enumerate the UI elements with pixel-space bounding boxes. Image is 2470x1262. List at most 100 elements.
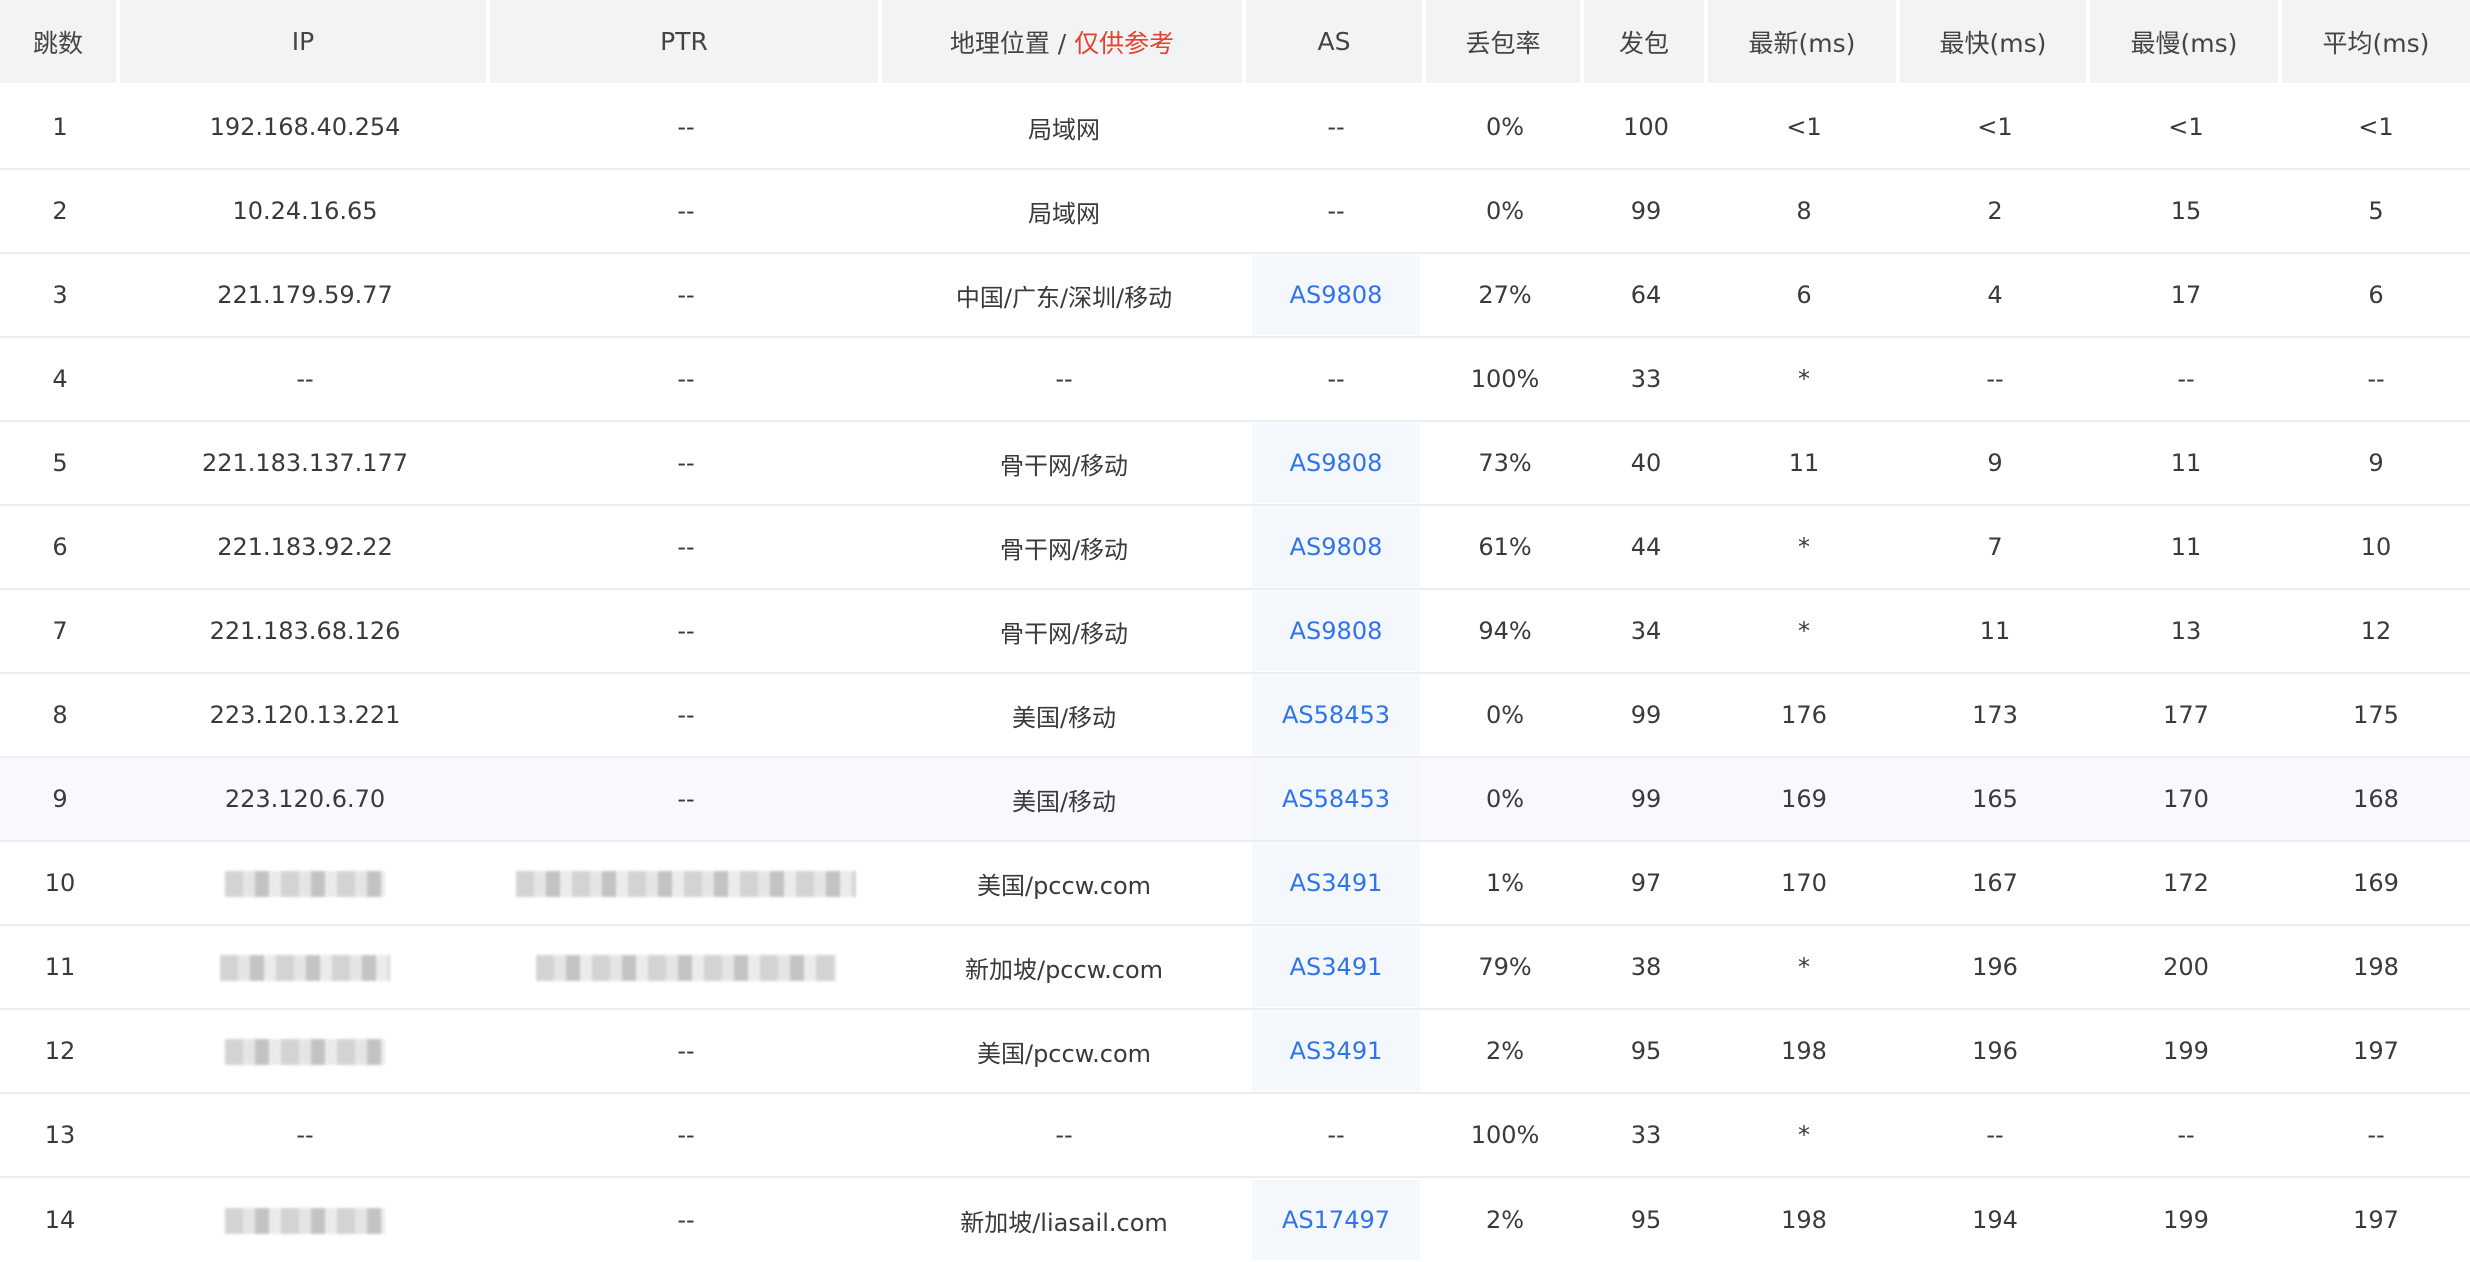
cell-geo: 骨干网/移动 <box>882 422 1246 506</box>
geo-value: 新加坡/liasail.com <box>960 1208 1168 1237</box>
cell-ptr <box>490 926 882 1010</box>
cell-ip: -- <box>120 338 490 422</box>
table-row: 11 新加坡/pccw.com AS3491 79% 38 * 196 200 198 <box>0 926 2470 1010</box>
loss-value: 2% <box>1485 1037 1525 1065</box>
cell-ip: 221.183.68.126 <box>120 590 490 674</box>
loss-value: 27% <box>1478 281 1532 309</box>
as-link[interactable]: AS9808 <box>1252 423 1420 503</box>
last-value: 198 <box>1781 1206 1827 1234</box>
cell-geo: 新加坡/pccw.com <box>882 926 1246 1010</box>
cell-worst: 17 <box>2090 254 2282 338</box>
cell-avg: 169 <box>2282 842 2470 926</box>
table-row: 5 221.183.137.177 -- 骨干网/移动 AS9808 73% 40 11 9 11… <box>0 422 2470 506</box>
best-value: <1 <box>1977 113 2013 141</box>
cell-ptr: -- <box>490 1178 882 1262</box>
avg-value: 197 <box>2353 1206 2399 1234</box>
cell-worst: -- <box>2090 1094 2282 1178</box>
worst-value: 199 <box>2163 1037 2209 1065</box>
header-geo-note: 仅供参考 <box>1074 28 1175 58</box>
header-row: 跳数 IP PTR 地理位置 / 仅供参考 AS 丢包率 发包 最新(ms) 最… <box>0 0 2470 86</box>
header-loss: 丢包率 <box>1426 0 1584 86</box>
cell-ptr: -- <box>490 1010 882 1094</box>
cell-sent: 64 <box>1584 254 1708 338</box>
worst-value: -- <box>2177 365 2195 393</box>
cell-best: -- <box>1900 338 2090 422</box>
cell-hop: 9 <box>0 758 120 842</box>
hop-value: 11 <box>44 953 76 981</box>
cell-ptr: -- <box>490 86 882 170</box>
as-link[interactable]: AS3491 <box>1252 843 1420 923</box>
ip-redacted-mask <box>225 871 385 897</box>
cell-as: AS9808 <box>1246 422 1426 506</box>
last-value: 169 <box>1781 785 1827 813</box>
as-link[interactable]: AS9808 <box>1252 507 1420 587</box>
ip-value: 223.120.13.221 <box>209 701 401 729</box>
cell-as: AS58453 <box>1246 758 1426 842</box>
as-link[interactable]: AS17497 <box>1252 1180 1420 1260</box>
ptr-value: -- <box>677 449 695 477</box>
cell-hop: 11 <box>0 926 120 1010</box>
cell-worst: 199 <box>2090 1178 2282 1262</box>
worst-value: -- <box>2177 1121 2195 1149</box>
worst-value: <1 <box>2168 113 2204 141</box>
cell-avg: 197 <box>2282 1010 2470 1094</box>
cell-avg: 168 <box>2282 758 2470 842</box>
cell-loss: 73% <box>1426 422 1584 506</box>
sent-value: 97 <box>1630 869 1662 897</box>
cell-ptr: -- <box>490 170 882 254</box>
loss-value: 100% <box>1470 1121 1540 1149</box>
hop-value: 8 <box>52 701 68 729</box>
as-link[interactable]: AS9808 <box>1252 591 1420 671</box>
as-link[interactable]: AS3491 <box>1252 927 1420 1007</box>
table-row: 7 221.183.68.126 -- 骨干网/移动 AS9808 94% 34 * 11 13 1… <box>0 590 2470 674</box>
header-last: 最新(ms) <box>1708 0 1900 86</box>
cell-as: -- <box>1246 170 1426 254</box>
cell-worst: 15 <box>2090 170 2282 254</box>
worst-value: 13 <box>2170 617 2202 645</box>
cell-ip <box>120 1010 490 1094</box>
avg-value: 169 <box>2353 869 2399 897</box>
cell-ip: -- <box>120 1094 490 1178</box>
sent-value: 99 <box>1630 197 1662 225</box>
cell-worst: 170 <box>2090 758 2282 842</box>
cell-sent: 33 <box>1584 338 1708 422</box>
table-row: 6 221.183.92.22 -- 骨干网/移动 AS9808 61% 44 * 7 11 10 <box>0 506 2470 590</box>
ptr-value: -- <box>677 365 695 393</box>
cell-best: 196 <box>1900 926 2090 1010</box>
cell-geo: 中国/广东/深圳/移动 <box>882 254 1246 338</box>
cell-avg: 175 <box>2282 674 2470 758</box>
worst-value: 17 <box>2170 281 2202 309</box>
ip-redacted-mask <box>225 1039 385 1065</box>
header-geo: 地理位置 / 仅供参考 <box>882 0 1246 86</box>
hop-value: 5 <box>52 449 68 477</box>
as-link[interactable]: AS58453 <box>1252 759 1420 839</box>
cell-sent: 38 <box>1584 926 1708 1010</box>
cell-hop: 7 <box>0 590 120 674</box>
header-geo-separator: / <box>1049 28 1075 58</box>
avg-value: 5 <box>2368 197 2384 225</box>
last-value: 198 <box>1781 1037 1827 1065</box>
cell-last: 6 <box>1708 254 1900 338</box>
sent-value: 100 <box>1623 113 1669 141</box>
cell-best: 9 <box>1900 422 2090 506</box>
hop-value: 6 <box>52 533 68 561</box>
cell-as: AS9808 <box>1246 590 1426 674</box>
ip-value: -- <box>296 365 314 393</box>
cell-worst: -- <box>2090 338 2282 422</box>
worst-value: 11 <box>2170 533 2202 561</box>
cell-ip: 223.120.6.70 <box>120 758 490 842</box>
table-row: 14 -- 新加坡/liasail.com AS17497 2% 95 198 194 199 1… <box>0 1178 2470 1262</box>
cell-geo: 美国/移动 <box>882 758 1246 842</box>
sent-value: 95 <box>1630 1037 1662 1065</box>
cell-as: -- <box>1246 338 1426 422</box>
cell-best: 2 <box>1900 170 2090 254</box>
cell-hop: 10 <box>0 842 120 926</box>
as-link[interactable]: AS58453 <box>1252 675 1420 755</box>
cell-geo: 美国/pccw.com <box>882 1010 1246 1094</box>
as-link[interactable]: AS9808 <box>1252 255 1420 335</box>
cell-as: AS17497 <box>1246 1178 1426 1262</box>
cell-ip: 221.183.92.22 <box>120 506 490 590</box>
cell-hop: 6 <box>0 506 120 590</box>
table-header: 跳数 IP PTR 地理位置 / 仅供参考 AS 丢包率 发包 最新(ms) 最… <box>0 0 2470 86</box>
as-link[interactable]: AS3491 <box>1252 1011 1420 1091</box>
